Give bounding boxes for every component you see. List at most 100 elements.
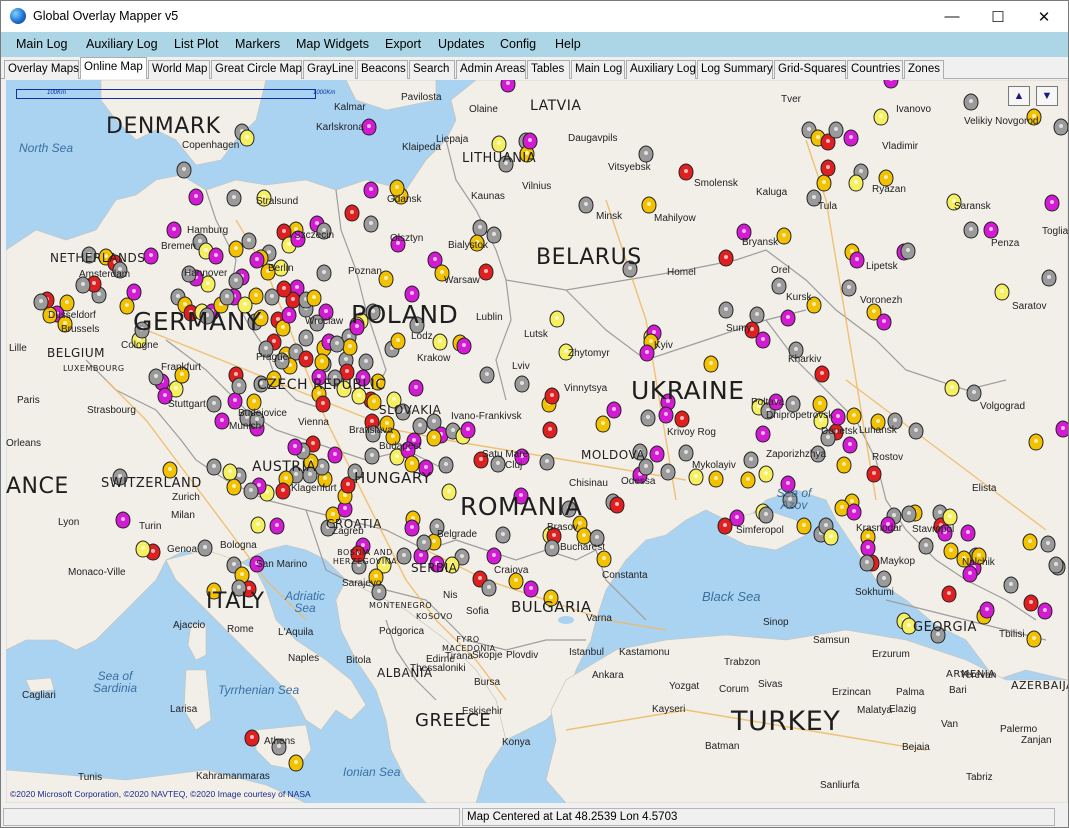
map-marker-pin[interactable]: [363, 181, 379, 199]
map-marker-pin[interactable]: [828, 121, 844, 139]
tab-search[interactable]: Search: [409, 60, 455, 79]
tab-overlay-maps[interactable]: Overlay Maps: [4, 60, 79, 79]
tab-zones[interactable]: Zones: [904, 60, 944, 79]
map-marker-pin[interactable]: [119, 297, 135, 315]
map-marker-pin[interactable]: [960, 524, 976, 542]
map-marker-pin[interactable]: [206, 395, 222, 413]
map-marker-pin[interactable]: [640, 409, 656, 427]
maximize-button[interactable]: ☐: [975, 1, 1021, 32]
map-marker-pin[interactable]: [214, 412, 230, 430]
map-marker-pin[interactable]: [994, 283, 1010, 301]
map-marker-pin[interactable]: [243, 482, 259, 500]
map-marker-pin[interactable]: [820, 159, 836, 177]
map-marker-pin[interactable]: [523, 580, 539, 598]
map-marker-pin[interactable]: [228, 240, 244, 258]
map-marker-pin[interactable]: [486, 547, 502, 565]
map-marker-pin[interactable]: [638, 145, 654, 163]
map-marker-pin[interactable]: [859, 554, 875, 572]
map-marker-pin[interactable]: [963, 93, 979, 111]
menu-list-plot[interactable]: List Plot: [174, 37, 218, 51]
map-marker-pin[interactable]: [432, 333, 448, 351]
map-marker-pin[interactable]: [390, 332, 406, 350]
map-marker-pin[interactable]: [740, 471, 756, 489]
map-marker-pin[interactable]: [758, 465, 774, 483]
map-marker-pin[interactable]: [944, 379, 960, 397]
map-marker-pin[interactable]: [900, 242, 916, 260]
map-marker-pin[interactable]: [678, 444, 694, 462]
map-marker-pin[interactable]: [298, 329, 314, 347]
map-marker-pin[interactable]: [288, 754, 304, 772]
tab-tables[interactable]: Tables: [527, 60, 570, 79]
map-marker-pin[interactable]: [639, 344, 655, 362]
map-marker-pin[interactable]: [658, 406, 674, 424]
map-marker-pin[interactable]: [918, 537, 934, 555]
map-marker-pin[interactable]: [306, 289, 322, 307]
map-marker-pin[interactable]: [250, 516, 266, 534]
map-marker-pin[interactable]: [479, 366, 495, 384]
map-marker-pin[interactable]: [641, 196, 657, 214]
map-marker-pin[interactable]: [866, 465, 882, 483]
map-marker-pin[interactable]: [275, 482, 291, 500]
menu-updates[interactable]: Updates: [438, 37, 485, 51]
map-marker-pin[interactable]: [226, 478, 242, 496]
map-marker-pin[interactable]: [749, 306, 765, 324]
map-marker-pin[interactable]: [843, 129, 859, 147]
map-marker-pin[interactable]: [979, 601, 995, 619]
map-marker-pin[interactable]: [718, 249, 734, 267]
map-marker-pin[interactable]: [876, 570, 892, 588]
tab-main-log[interactable]: Main Log: [571, 60, 625, 79]
map-marker-pin[interactable]: [135, 540, 151, 558]
map-marker-pin[interactable]: [544, 539, 560, 557]
map-marker-pin[interactable]: [276, 280, 292, 298]
map-marker-pin[interactable]: [472, 219, 488, 237]
map-marker-pin[interactable]: [176, 161, 192, 179]
map-marker-pin[interactable]: [776, 227, 792, 245]
map-marker-pin[interactable]: [456, 337, 472, 355]
map-marker-pin[interactable]: [115, 511, 131, 529]
menu-export[interactable]: Export: [385, 37, 421, 51]
map-marker-pin[interactable]: [404, 519, 420, 537]
map-marker-pin[interactable]: [674, 410, 690, 428]
map-marker-pin[interactable]: [873, 108, 889, 126]
map-marker-pin[interactable]: [1055, 420, 1068, 438]
map-marker-pin[interactable]: [1003, 576, 1019, 594]
menu-map-widgets[interactable]: Map Widgets: [296, 37, 369, 51]
map-marker-pin[interactable]: [609, 496, 625, 514]
map-marker-pin[interactable]: [342, 338, 358, 356]
map-marker-pin[interactable]: [269, 517, 285, 535]
map-marker-pin[interactable]: [287, 438, 303, 456]
map-marker-pin[interactable]: [660, 463, 676, 481]
map-marker-pin[interactable]: [836, 456, 852, 474]
map-marker-pin[interactable]: [966, 384, 982, 402]
map-marker-pin[interactable]: [846, 503, 862, 521]
menu-auxiliary-log[interactable]: Auxiliary Log: [86, 37, 158, 51]
map-marker-pin[interactable]: [344, 204, 360, 222]
map-marker-pin[interactable]: [495, 526, 511, 544]
map-marker-pin[interactable]: [166, 221, 182, 239]
map-marker-pin[interactable]: [426, 429, 442, 447]
map-marker-pin[interactable]: [408, 379, 424, 397]
map-marker-pin[interactable]: [649, 445, 665, 463]
menu-markers[interactable]: Markers: [235, 37, 280, 51]
map-marker-pin[interactable]: [441, 483, 457, 501]
resize-grip-icon[interactable]: [1057, 808, 1066, 826]
chevron-up-icon[interactable]: ▲: [1008, 86, 1030, 106]
map-marker-pin[interactable]: [708, 470, 724, 488]
map-marker-pin[interactable]: [780, 309, 796, 327]
map-marker-pin[interactable]: [364, 447, 380, 465]
map-marker-pin[interactable]: [755, 331, 771, 349]
tab-online-map[interactable]: Online Map: [80, 57, 147, 79]
map-marker-pin[interactable]: [314, 353, 330, 371]
map-marker-pin[interactable]: [962, 565, 978, 583]
minimize-button[interactable]: —: [929, 1, 975, 32]
map-marker-pin[interactable]: [755, 425, 771, 443]
map-marker-pin[interactable]: [361, 118, 377, 136]
map-marker-pin[interactable]: [703, 355, 719, 373]
map-marker-pin[interactable]: [943, 542, 959, 560]
map-marker-pin[interactable]: [327, 446, 343, 464]
map-marker-pin[interactable]: [1048, 556, 1064, 574]
map-marker-pin[interactable]: [222, 463, 238, 481]
map-marker-pin[interactable]: [539, 453, 555, 471]
online-map[interactable]: 100Km 1000Km ▲ ▼ DENMARK LATVIA LITHUANI…: [6, 80, 1068, 803]
close-button[interactable]: ✕: [1021, 1, 1067, 32]
